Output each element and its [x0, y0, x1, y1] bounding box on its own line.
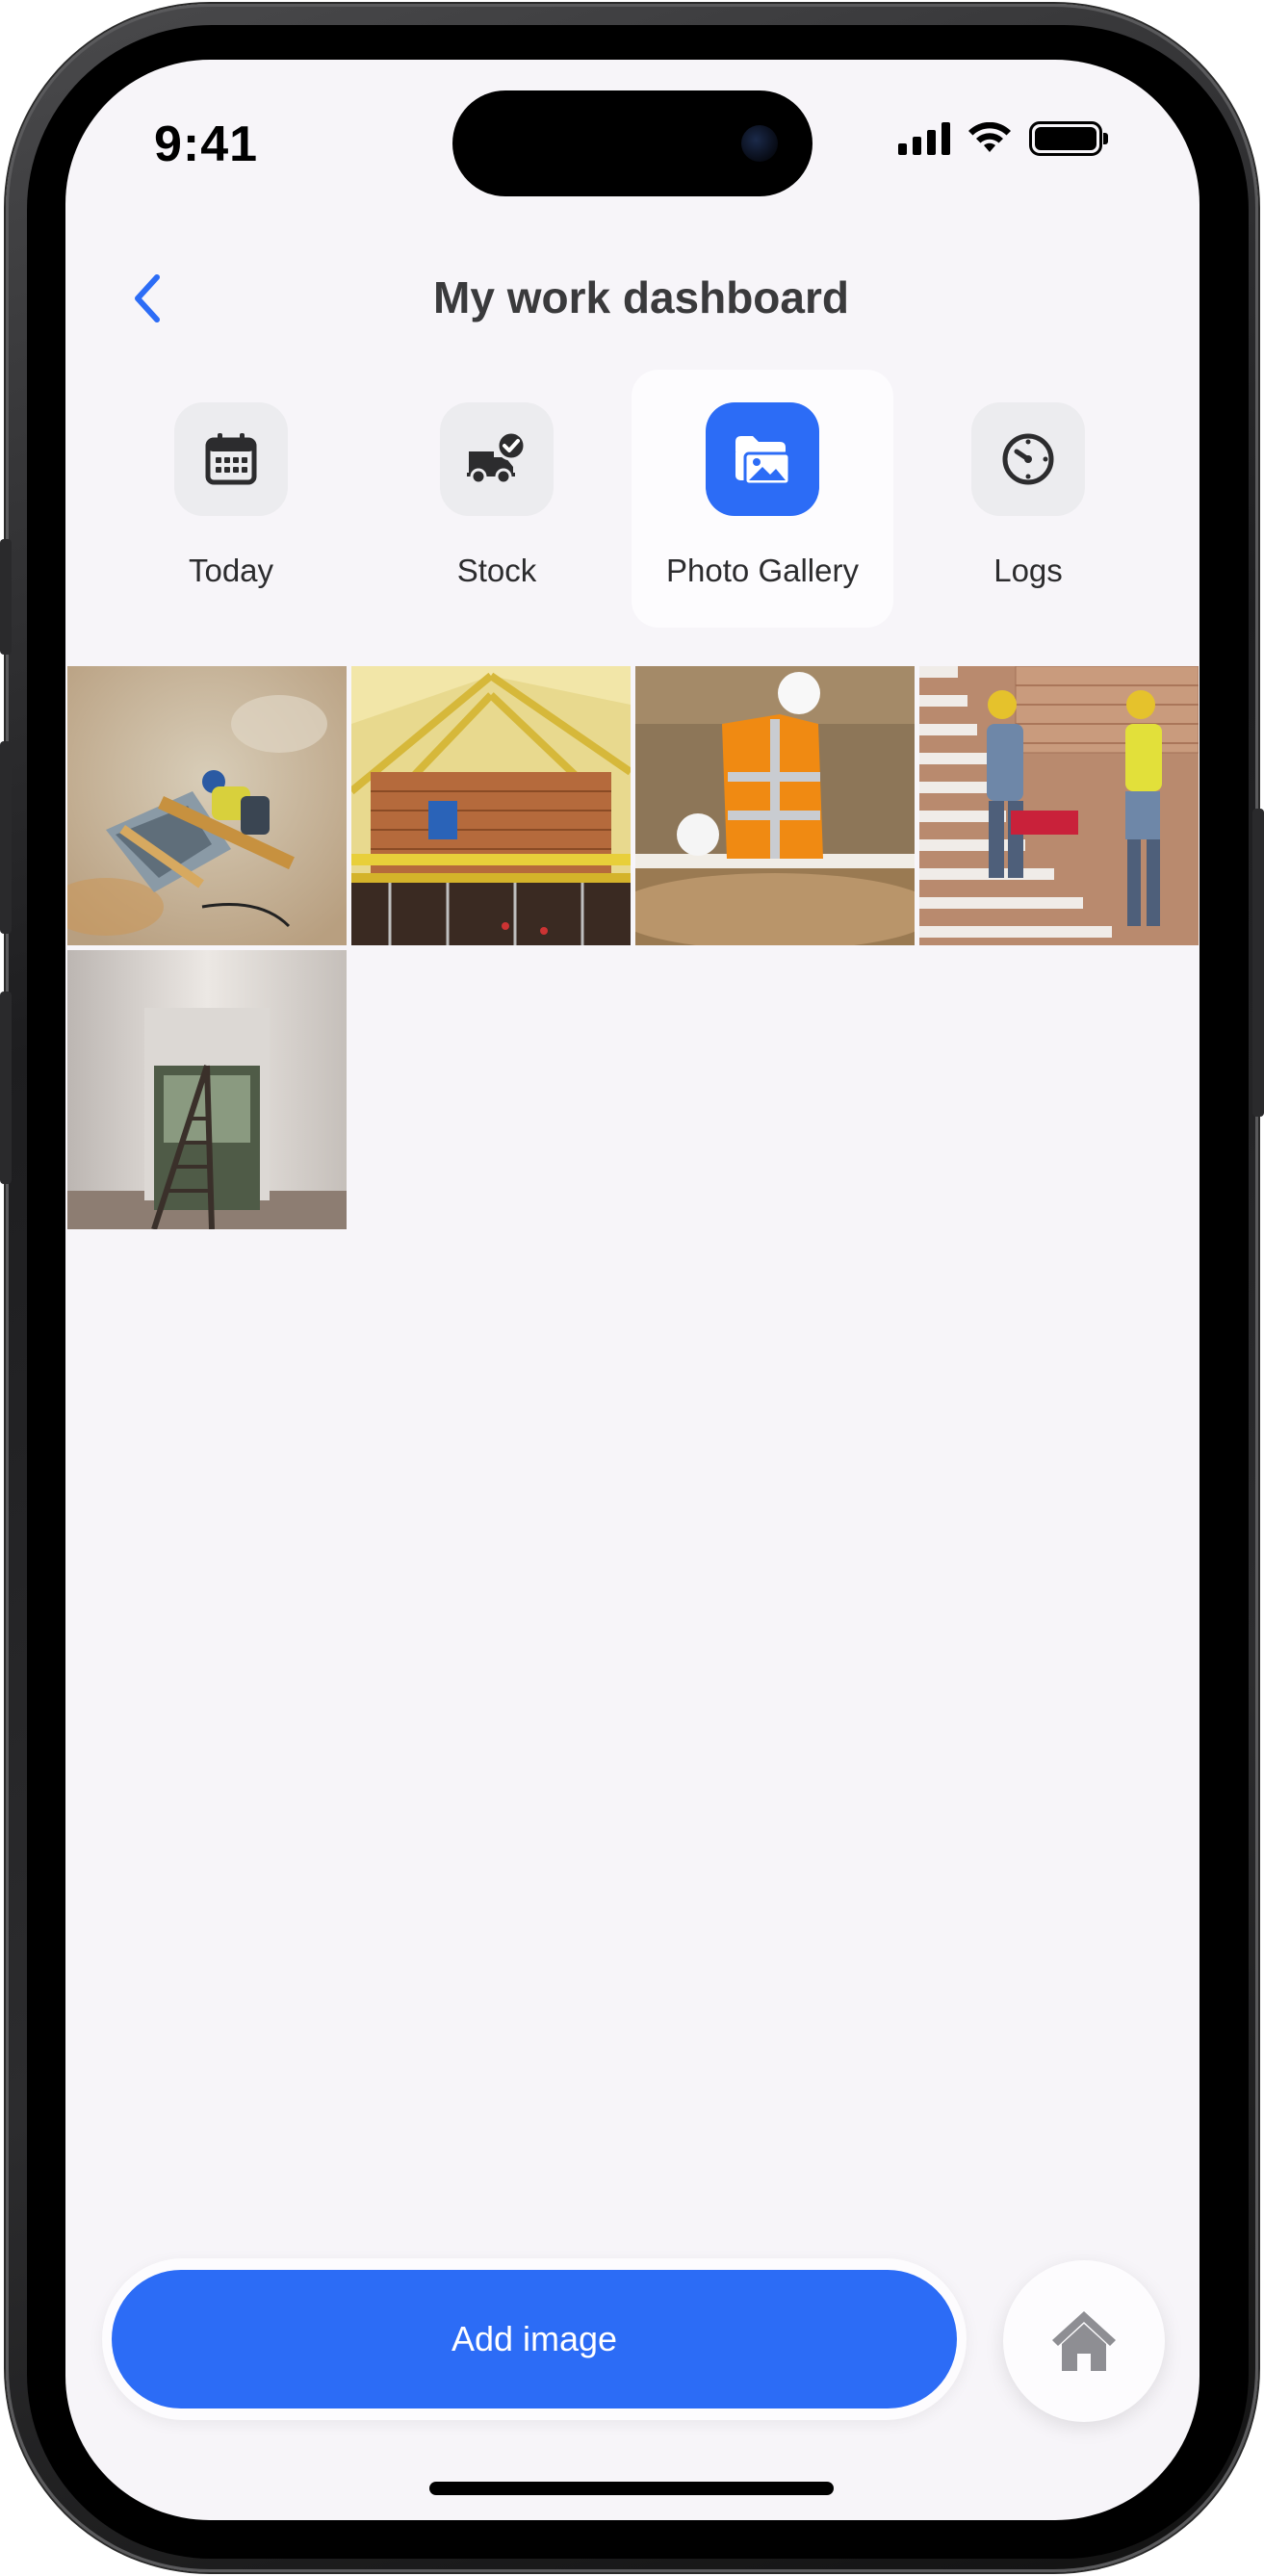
photo-thumbnail[interactable] [635, 666, 915, 945]
status-icons [898, 121, 1108, 156]
tab-logs[interactable]: Logs [897, 370, 1159, 628]
back-button[interactable] [123, 270, 169, 327]
photo-trench-worker [635, 666, 915, 945]
photo-thumbnail[interactable] [919, 666, 1199, 945]
tab-icon-box [971, 402, 1085, 516]
action-button [0, 539, 12, 655]
tab-icon-box [174, 402, 288, 516]
add-image-button[interactable]: Add image [112, 2270, 957, 2409]
photo-workers-stairs [919, 666, 1199, 945]
clock-icon [1002, 433, 1054, 485]
battery-icon [1029, 121, 1108, 156]
add-image-container: Add image [102, 2258, 967, 2420]
status-time: 9:41 [154, 116, 259, 172]
photo-table-saw [67, 666, 347, 945]
tab-stock[interactable]: Stock [366, 370, 628, 628]
photo-roof-frame [351, 666, 631, 945]
volume-up-button [0, 741, 12, 934]
tab-photo-gallery[interactable]: Photo Gallery [632, 370, 893, 628]
volume-down-button [0, 992, 12, 1184]
page-title: My work dashboard [433, 272, 849, 322]
tab-icon-box [440, 402, 554, 516]
dynamic-island [452, 90, 813, 196]
photo-folder-icon [735, 436, 791, 486]
delivery-truck-check-icon [467, 430, 527, 485]
photo-thumbnail[interactable] [67, 666, 347, 945]
photo-thumbnail[interactable] [67, 950, 347, 1229]
tab-label: Stock [456, 553, 537, 588]
photo-ladder-interior [67, 950, 347, 1229]
tab-icon-box [706, 402, 819, 516]
tab-label: Today [188, 553, 274, 588]
signal-icon [898, 122, 950, 155]
photo-grid [67, 666, 1200, 1229]
tab-label: Logs [993, 553, 1063, 588]
calendar-icon [205, 433, 257, 485]
front-camera [741, 125, 778, 162]
photo-thumbnail[interactable] [351, 666, 631, 945]
home-icon [1052, 2311, 1116, 2371]
home-button[interactable] [1003, 2260, 1165, 2422]
tab-label: Photo Gallery [666, 553, 859, 588]
tab-today[interactable]: Today [100, 370, 362, 628]
chevron-left-icon [135, 274, 160, 322]
power-button [1252, 809, 1264, 1117]
home-indicator [429, 2482, 834, 2495]
wifi-icon [968, 122, 1011, 152]
